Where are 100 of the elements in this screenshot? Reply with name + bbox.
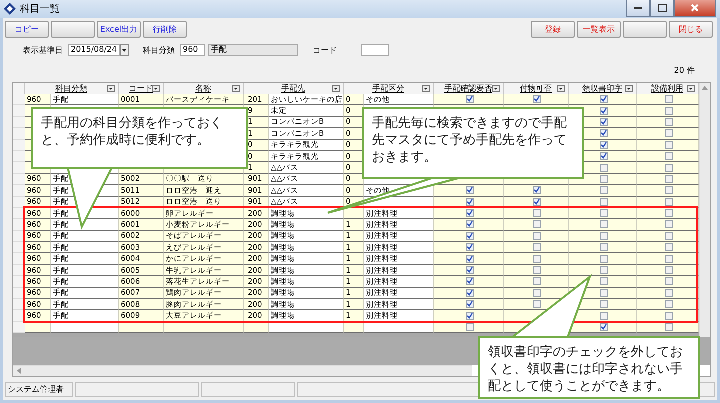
checkbox[interactable] <box>664 288 672 297</box>
checkbox[interactable] <box>533 198 541 206</box>
column-header[interactable]: 手配確認要否 <box>434 83 504 94</box>
checkbox[interactable] <box>466 300 474 308</box>
column-header[interactable]: 設備利用 <box>637 83 699 94</box>
checkbox[interactable] <box>533 288 541 297</box>
checkbox[interactable] <box>533 243 541 252</box>
checkbox[interactable] <box>600 129 608 138</box>
blank-button[interactable] <box>51 21 95 38</box>
toolbar-button[interactable]: Excel出力 <box>97 21 141 38</box>
checkbox[interactable] <box>664 254 672 263</box>
toolbar-button[interactable]: 一覧表示 <box>577 21 621 38</box>
dropdown-icon[interactable] <box>492 85 500 92</box>
checkbox[interactable] <box>600 277 608 286</box>
column-header[interactable]: 手配区分 <box>344 83 434 94</box>
column-header[interactable]: 名称 <box>164 83 244 94</box>
checkbox[interactable] <box>533 254 541 263</box>
checkbox[interactable] <box>600 232 608 240</box>
toolbar-button[interactable]: コピー <box>5 21 49 38</box>
checkbox[interactable] <box>466 254 474 263</box>
date-field[interactable]: 2015/08/24 <box>68 44 120 56</box>
checkbox[interactable] <box>600 140 608 149</box>
checkbox[interactable] <box>664 266 672 274</box>
column-header[interactable]: 科目分類 <box>25 83 119 94</box>
dropdown-icon[interactable] <box>625 85 633 92</box>
checkbox[interactable] <box>600 174 608 183</box>
checkbox[interactable] <box>533 232 541 240</box>
checkbox[interactable] <box>600 118 608 126</box>
dropdown-icon[interactable] <box>687 85 695 92</box>
checkbox[interactable] <box>600 95 608 104</box>
maximize-button[interactable] <box>650 0 674 17</box>
close-button[interactable] <box>674 0 716 17</box>
checkbox[interactable] <box>600 323 608 331</box>
checkbox[interactable] <box>664 323 672 331</box>
checkbox[interactable] <box>466 266 474 274</box>
dropdown-icon[interactable] <box>232 85 240 92</box>
checkbox[interactable] <box>664 232 672 240</box>
checkbox[interactable] <box>600 288 608 297</box>
dropdown-icon[interactable] <box>152 85 160 92</box>
checkbox[interactable] <box>466 220 474 228</box>
column-header[interactable]: 手配先 <box>244 83 344 94</box>
checkbox[interactable] <box>664 312 672 320</box>
checkbox[interactable] <box>600 198 608 206</box>
toolbar-button[interactable]: 登録 <box>531 21 575 38</box>
checkbox[interactable] <box>600 186 608 194</box>
checkbox[interactable] <box>466 186 474 194</box>
left-arrow-icon[interactable] <box>17 368 21 374</box>
category-code-field[interactable]: 960 <box>180 44 205 56</box>
checkbox[interactable] <box>664 95 672 104</box>
checkbox[interactable] <box>600 106 608 115</box>
checkbox[interactable] <box>466 288 474 297</box>
checkbox[interactable] <box>466 243 474 252</box>
checkbox[interactable] <box>600 164 608 172</box>
checkbox[interactable] <box>664 243 672 252</box>
checkbox[interactable] <box>664 140 672 149</box>
checkbox[interactable] <box>664 186 672 194</box>
toolbar-button[interactable]: 行削除 <box>143 21 187 38</box>
checkbox[interactable] <box>664 220 672 228</box>
checkbox[interactable] <box>600 300 608 308</box>
up-arrow-icon[interactable] <box>702 86 708 90</box>
toolbar-button[interactable]: 閉じる <box>669 21 713 38</box>
code-field[interactable] <box>361 44 389 56</box>
checkbox[interactable] <box>533 186 541 194</box>
checkbox[interactable] <box>600 266 608 274</box>
checkbox[interactable] <box>600 152 608 160</box>
vertical-scrollbar[interactable] <box>699 83 710 337</box>
dropdown-icon[interactable] <box>332 85 340 92</box>
checkbox[interactable] <box>664 118 672 126</box>
checkbox[interactable] <box>664 152 672 160</box>
checkbox[interactable] <box>533 266 541 274</box>
horizontal-scrollbar[interactable] <box>13 365 472 376</box>
checkbox[interactable] <box>466 95 474 104</box>
checkbox[interactable] <box>600 254 608 263</box>
checkbox[interactable] <box>466 277 474 286</box>
checkbox[interactable] <box>533 277 541 286</box>
dropdown-icon[interactable] <box>107 85 115 92</box>
checkbox[interactable] <box>600 243 608 252</box>
column-header[interactable]: コード <box>119 83 164 94</box>
checkbox[interactable] <box>664 164 672 172</box>
column-header[interactable]: 領収書印字 <box>569 83 637 94</box>
column-header[interactable]: 付物可否 <box>504 83 569 94</box>
checkbox[interactable] <box>466 323 474 331</box>
checkbox[interactable] <box>600 220 608 228</box>
checkbox[interactable] <box>466 232 474 240</box>
checkbox[interactable] <box>466 198 474 206</box>
checkbox[interactable] <box>664 106 672 115</box>
checkbox[interactable] <box>664 209 672 218</box>
checkbox[interactable] <box>466 209 474 218</box>
dropdown-icon[interactable] <box>557 85 565 92</box>
checkbox[interactable] <box>600 209 608 218</box>
checkbox[interactable] <box>664 277 672 286</box>
dropdown-icon[interactable] <box>422 85 430 92</box>
checkbox[interactable] <box>664 198 672 206</box>
checkbox[interactable] <box>533 220 541 228</box>
dropdown-button[interactable] <box>120 44 129 56</box>
checkbox[interactable] <box>533 300 541 308</box>
checkbox[interactable] <box>600 312 608 320</box>
checkbox[interactable] <box>664 174 672 183</box>
checkbox[interactable] <box>533 95 541 104</box>
checkbox[interactable] <box>664 129 672 138</box>
